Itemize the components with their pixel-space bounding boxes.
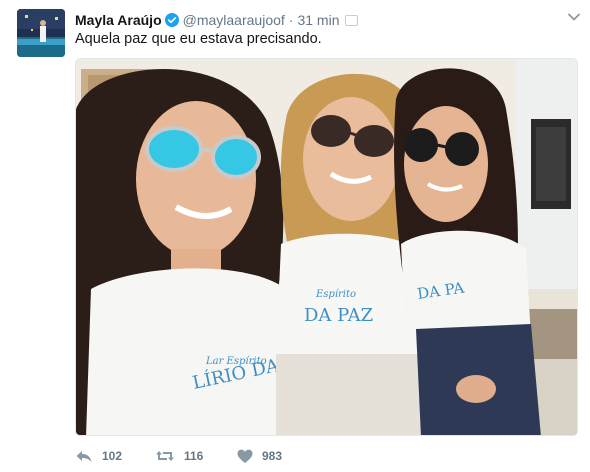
tweet-photo[interactable]: Lar Espírito LÍRIO DA Espírito DA PAZ DA…	[75, 58, 578, 436]
shirt-text-middle-script: Espírito	[315, 289, 356, 300]
retweet-button[interactable]: 116	[155, 448, 237, 464]
action-bar: 102 116 983	[75, 446, 317, 466]
tweet-header: Mayla Araújo @maylaaraujoof · 31 min	[75, 10, 359, 30]
user-handle[interactable]: @maylaaraujoof	[183, 12, 285, 28]
like-button[interactable]: 983	[237, 449, 317, 464]
timestamp[interactable]: 31 min	[297, 12, 339, 28]
tweet-text: Aquela paz que eu estava precisando.	[75, 31, 322, 47]
tweet: Mayla Araújo @maylaaraujoof · 31 min Aqu…	[0, 0, 590, 472]
bird-icon	[345, 14, 359, 26]
shirt-text-middle-main: DA PAZ	[304, 305, 373, 326]
reply-button[interactable]: 102	[75, 448, 155, 464]
like-count: 983	[262, 449, 283, 463]
reply-icon	[76, 451, 92, 462]
retweet-count: 116	[184, 449, 204, 463]
separator-dot: ·	[288, 12, 294, 28]
verified-badge-icon	[164, 13, 179, 27]
chevron-down-icon[interactable]	[566, 9, 582, 25]
reply-count: 102	[102, 449, 123, 463]
avatar[interactable]	[17, 9, 65, 57]
display-name[interactable]: Mayla Araújo	[75, 12, 162, 28]
retweet-icon	[156, 451, 174, 461]
heart-icon	[237, 449, 253, 463]
